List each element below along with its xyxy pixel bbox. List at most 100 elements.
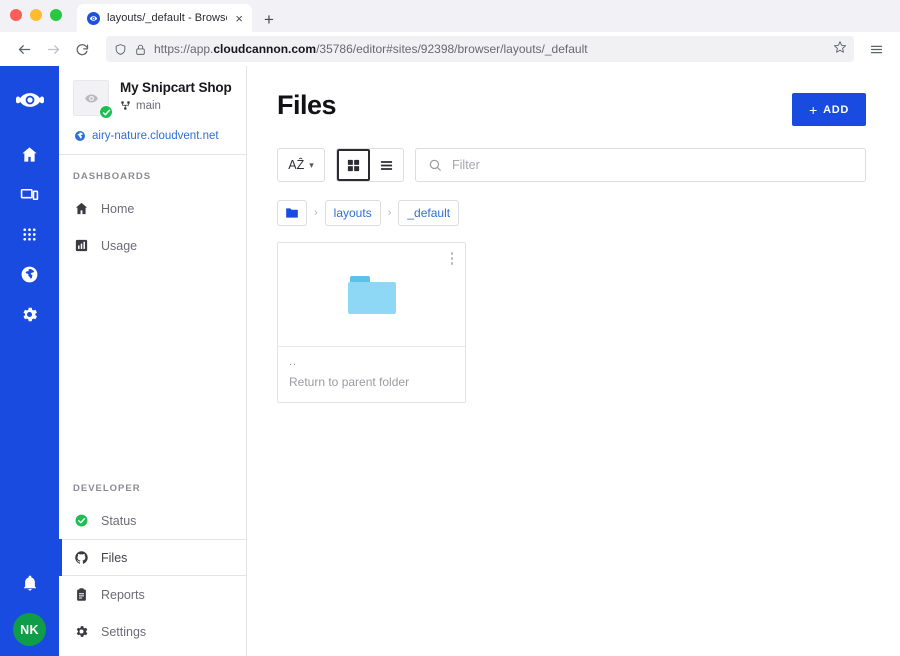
site-branch: main <box>120 100 232 112</box>
sidebar-item-usage[interactable]: Usage <box>59 227 246 264</box>
sidebar-section-developer: DEVELOPER Status Files Reports Settings <box>59 467 246 656</box>
rail-item-apps[interactable] <box>10 214 50 254</box>
search-icon <box>429 159 441 171</box>
browser-toolbar: https://app.cloudcannon.com/35786/editor… <box>0 32 900 66</box>
home-icon <box>73 201 89 216</box>
reload-icon[interactable] <box>69 36 95 62</box>
cloudcannon-favicon-icon <box>87 11 100 25</box>
chevron-down-icon: ▾ <box>309 159 314 170</box>
shield-icon <box>115 43 126 55</box>
breadcrumb-root[interactable] <box>277 200 307 226</box>
sort-label: AẐ <box>288 158 305 172</box>
plus-icon: + <box>809 101 819 118</box>
sidebar-item-label: Files <box>101 550 128 565</box>
site-name: My Snipcart Shop <box>120 80 232 95</box>
folder-icon <box>347 275 396 314</box>
site-card-top: My Snipcart Shop main <box>73 80 232 119</box>
home-icon <box>22 146 37 162</box>
rail-item-globe[interactable] <box>10 254 50 294</box>
list-view-button[interactable] <box>370 149 403 181</box>
branch-icon <box>121 101 130 110</box>
hamburger-menu-icon[interactable] <box>863 36 889 62</box>
sidebar-section-dashboards: DASHBOARDS Home Usage <box>59 155 246 270</box>
tab-strip: layouts/_default - Browser - My × + <box>77 0 284 32</box>
site-url-row[interactable]: airy-nature.cloudvent.net <box>73 130 232 142</box>
sidebar-section-label: DEVELOPER <box>73 483 141 494</box>
page-header: Files + ADD <box>277 90 866 126</box>
file-card-thumbnail <box>278 243 465 347</box>
breadcrumb-item-layouts[interactable]: layouts <box>324 200 381 226</box>
sidebar-item-label: Settings <box>101 624 147 639</box>
view-toggle <box>336 148 404 182</box>
sidebar-item-status[interactable]: Status <box>59 502 246 539</box>
file-card-parent-folder[interactable]: .. Return to parent folder <box>277 242 466 403</box>
sidebar-item-label: Usage <box>101 238 138 253</box>
sidebar-item-files[interactable]: Files <box>59 539 246 576</box>
sidebar-item-label: Home <box>101 201 135 216</box>
url-text: https://app.cloudcannon.com/35786/editor… <box>154 42 588 56</box>
site-card[interactable]: My Snipcart Shop main airy-nature.cloudv… <box>59 66 246 154</box>
sidebar: My Snipcart Shop main airy-nature.cloudv… <box>59 66 247 656</box>
kebab-menu-icon[interactable] <box>448 249 457 268</box>
star-icon[interactable] <box>833 40 847 59</box>
breadcrumb: › layouts › _default <box>277 200 866 226</box>
bell-icon <box>23 575 36 591</box>
file-card-meta: .. Return to parent folder <box>278 347 465 402</box>
devices-icon <box>20 188 39 200</box>
file-card-description: Return to parent folder <box>289 375 410 389</box>
address-bar[interactable]: https://app.cloudcannon.com/35786/editor… <box>106 36 854 62</box>
list-view-icon <box>380 160 393 170</box>
browser-window: layouts/_default - Browser - My × + http… <box>0 0 900 656</box>
grid-view-button[interactable] <box>337 149 370 181</box>
globe-icon <box>75 131 85 141</box>
lock-icon <box>136 44 145 55</box>
site-url-link[interactable]: airy-nature.cloudvent.net <box>92 130 219 142</box>
back-icon[interactable] <box>11 36 37 62</box>
icon-rail: NK <box>0 66 59 656</box>
breadcrumb-separator: › <box>314 207 318 219</box>
sidebar-item-settings[interactable]: Settings <box>59 613 246 650</box>
status-check-icon <box>73 513 89 528</box>
gear-icon <box>23 307 37 321</box>
site-branch-label: main <box>136 99 161 112</box>
main-content: Files + ADD AẐ ▾ Filter › layouts › _def… <box>247 66 900 656</box>
new-tab-button[interactable]: + <box>252 11 284 32</box>
maximize-window-button[interactable] <box>50 9 62 21</box>
filter-box[interactable] <box>415 148 866 182</box>
folder-icon <box>286 208 298 218</box>
minimize-window-button[interactable] <box>30 9 42 21</box>
add-button[interactable]: + ADD <box>792 93 866 126</box>
forward-icon[interactable] <box>40 36 66 62</box>
sort-dropdown[interactable]: AẐ ▾ <box>277 148 325 182</box>
rail-item-settings[interactable] <box>10 294 50 334</box>
browser-tab-title: layouts/_default - Browser - My <box>107 12 227 24</box>
sidebar-item-label: Status <box>101 513 137 528</box>
sidebar-item-reports[interactable]: Reports <box>59 576 246 613</box>
browser-tab[interactable]: layouts/_default - Browser - My × <box>77 4 252 32</box>
close-window-button[interactable] <box>10 9 22 21</box>
add-button-label: ADD <box>823 103 849 116</box>
clipboard-icon <box>73 587 89 602</box>
breadcrumb-item-default[interactable]: _default <box>398 200 460 226</box>
user-avatar[interactable]: NK <box>13 613 46 646</box>
breadcrumb-separator: › <box>387 207 392 219</box>
sidebar-item-label: Reports <box>101 587 145 602</box>
github-icon <box>73 550 89 565</box>
rail-item-home[interactable] <box>10 134 50 174</box>
cloudcannon-logo-icon[interactable] <box>10 80 50 120</box>
browser-titlebar: layouts/_default - Browser - My × + <box>0 0 900 32</box>
url-path: /35786/editor#sites/92398/browser/layout… <box>316 42 588 56</box>
sidebar-item-home[interactable]: Home <box>59 190 246 227</box>
window-controls <box>10 9 62 21</box>
file-grid: .. Return to parent folder <box>277 242 866 403</box>
filter-input[interactable] <box>452 158 853 172</box>
gear-icon <box>73 624 89 639</box>
close-tab-button[interactable]: × <box>234 12 244 25</box>
notifications-button[interactable] <box>10 563 50 603</box>
site-card-text: My Snipcart Shop main <box>120 80 232 112</box>
check-icon <box>102 109 110 115</box>
site-status-badge <box>99 105 113 119</box>
toolbar-controls: AẐ ▾ <box>277 148 866 182</box>
rail-item-devices[interactable] <box>10 174 50 214</box>
